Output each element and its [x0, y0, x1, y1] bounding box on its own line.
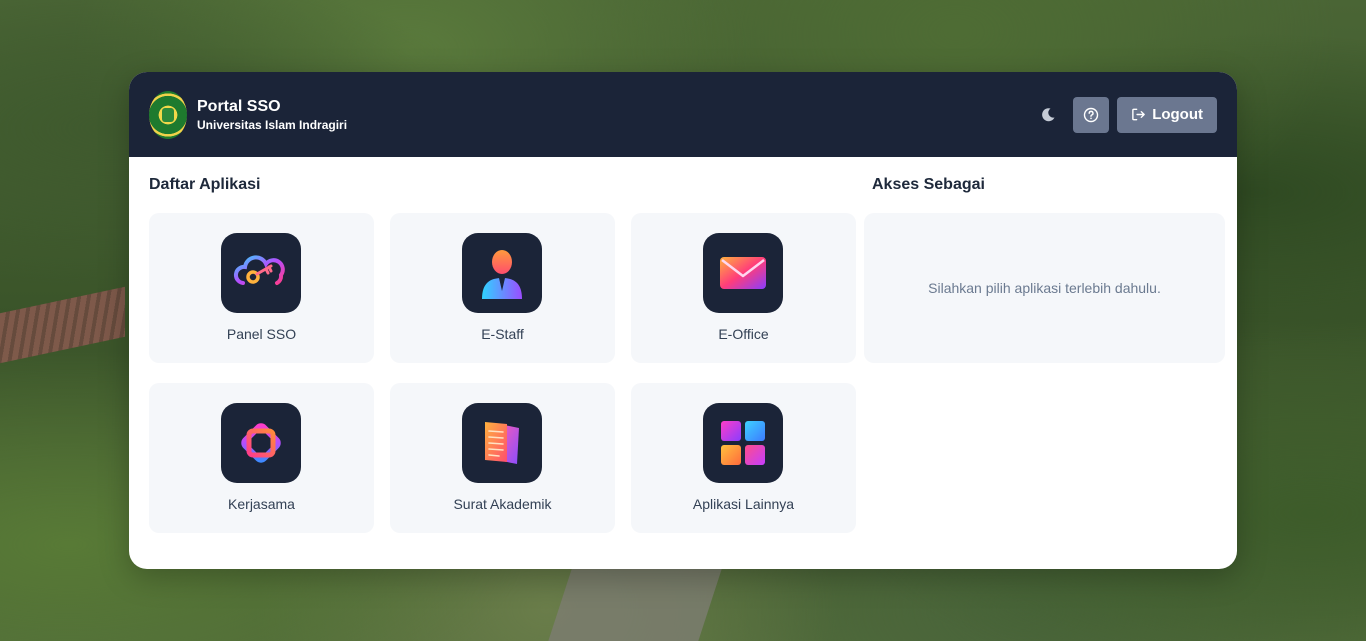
apps-section-title: Daftar Aplikasi — [149, 176, 261, 193]
brand-title: Portal SSO — [197, 97, 281, 115]
logout-icon — [1132, 108, 1146, 121]
header-actions: Logout — [1040, 96, 1217, 133]
app-tile-aplikasi-lainnya[interactable]: Aplikasi Lainnya — [631, 383, 856, 533]
app-label: E-Staff — [481, 326, 524, 342]
background-road — [545, 560, 725, 641]
app-grid-icon — [703, 403, 783, 483]
portal-card: Portal SSO Universitas Islam Indragiri L… — [129, 72, 1237, 569]
university-seal-icon — [149, 90, 187, 139]
moon-icon[interactable] — [1040, 107, 1056, 123]
interlocked-shapes-icon — [221, 403, 301, 483]
akses-section-title: Akses Sebagai — [872, 176, 985, 193]
app-tile-e-office[interactable]: E-Office — [631, 213, 856, 363]
cloud-key-icon — [221, 233, 301, 313]
app-label: E-Office — [718, 326, 769, 342]
logout-label: Logout — [1152, 106, 1203, 123]
app-tile-panel-sso[interactable]: Panel SSO — [149, 213, 374, 363]
background-roof — [0, 286, 125, 364]
app-tile-surat-akademik[interactable]: Surat Akademik — [390, 383, 615, 533]
portal-header: Portal SSO Universitas Islam Indragiri L… — [129, 72, 1237, 157]
app-tile-e-staff[interactable]: E-Staff — [390, 213, 615, 363]
brand: Portal SSO Universitas Islam Indragiri — [197, 97, 347, 133]
app-label: Panel SSO — [226, 326, 297, 342]
akses-empty-message: Silahkan pilih aplikasi terlebih dahulu. — [928, 280, 1161, 296]
app-label: Aplikasi Lainnya — [692, 496, 795, 512]
staff-person-icon — [462, 233, 542, 313]
help-button[interactable] — [1073, 96, 1110, 133]
logout-button[interactable]: Logout — [1117, 96, 1217, 133]
brand-subtitle: Universitas Islam Indragiri — [197, 117, 348, 132]
help-circle-icon — [1083, 107, 1099, 122]
app-label: Kerjasama — [228, 496, 295, 512]
app-tile-kerjasama[interactable]: Kerjasama — [149, 383, 374, 533]
envelope-icon — [703, 233, 783, 313]
document-stack-icon — [462, 403, 542, 483]
akses-panel: Silahkan pilih aplikasi terlebih dahulu. — [864, 213, 1225, 363]
app-label: Surat Akademik — [453, 496, 552, 512]
portal-content: Daftar Aplikasi Akses Sebagai Panel SSO — [129, 157, 1237, 569]
